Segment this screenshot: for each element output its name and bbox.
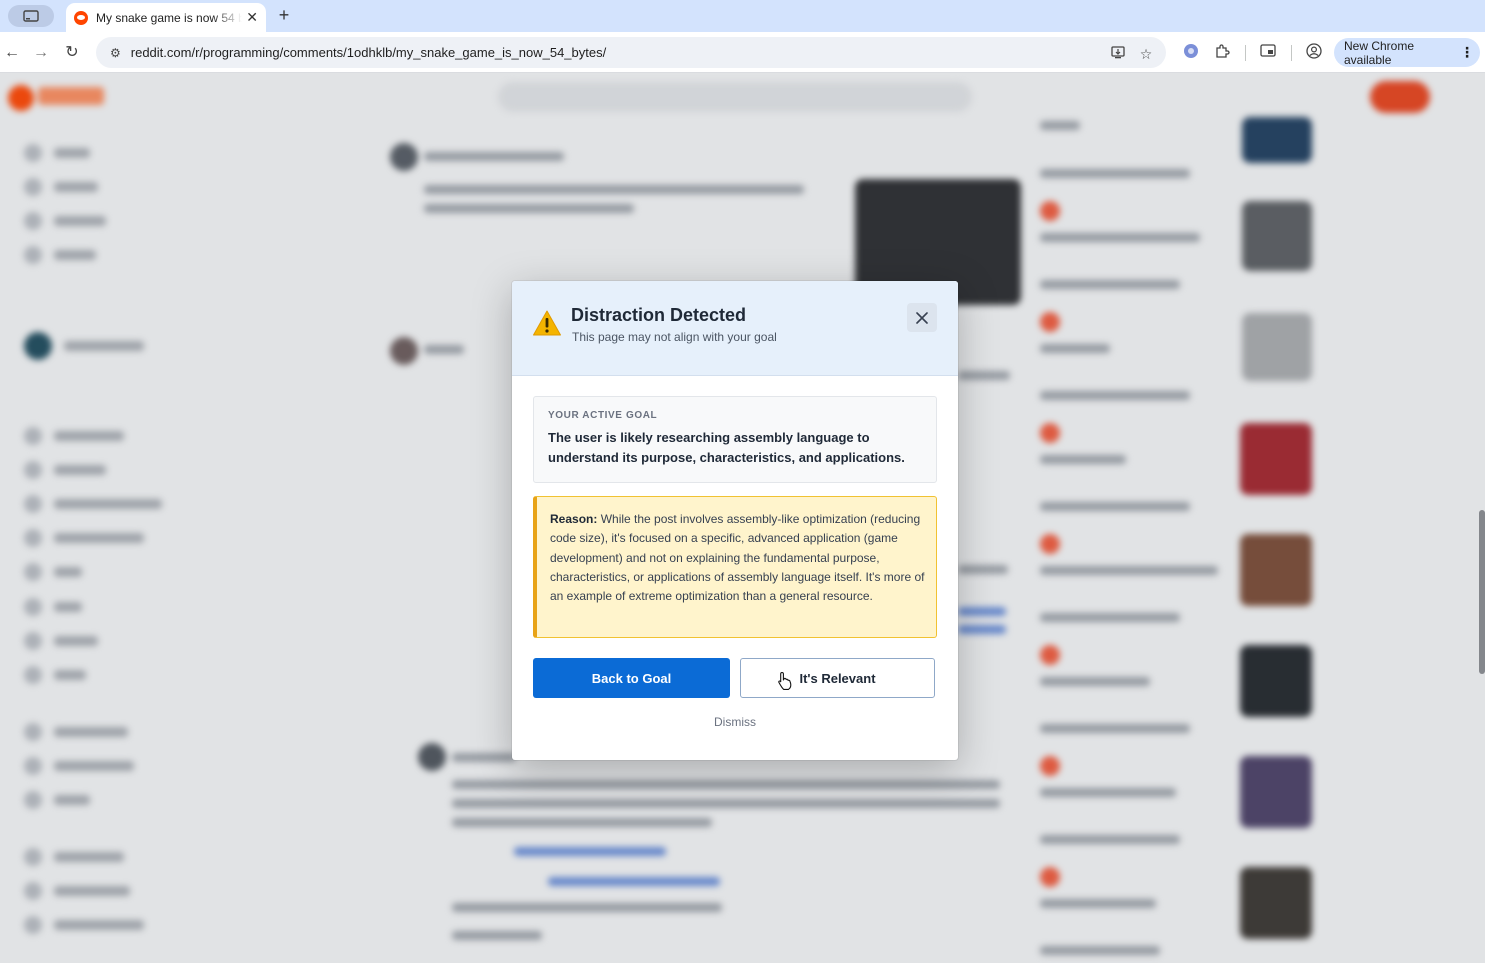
reason-panel: Reason: While the post involves assembly… — [533, 496, 937, 638]
dialog-title: Distraction Detected — [571, 305, 747, 325]
reload-icon[interactable]: ↻ — [61, 42, 83, 64]
close-icon — [916, 311, 928, 324]
tab-title: My snake game is now 54 bytes — [96, 10, 242, 25]
close-icon[interactable]: ✕ — [246, 9, 258, 26]
browser-toolbar: ← → ↻ ⚙ reddit.com/r/programming/comment… — [0, 32, 1485, 73]
new-chrome-available-button[interactable]: New Chrome available ⋮ — [1334, 38, 1480, 67]
install-icon[interactable] — [1109, 46, 1127, 62]
toolbar-divider — [1291, 45, 1292, 61]
tab-switcher-icon[interactable] — [8, 5, 54, 27]
active-goal-panel: YOUR ACTIVE GOAL The user is likely rese… — [533, 396, 937, 483]
tab-strip: My snake game is now 54 bytes ✕ + — [0, 0, 1485, 32]
plus-icon[interactable]: + — [274, 5, 294, 25]
its-relevant-button[interactable]: It's Relevant — [740, 658, 935, 698]
back-to-goal-button[interactable]: Back to Goal — [533, 658, 730, 698]
forward-icon[interactable]: → — [30, 42, 52, 64]
back-icon[interactable]: ← — [1, 42, 23, 64]
more-icon[interactable]: ⋮ — [1460, 44, 1474, 61]
puzzle-icon[interactable] — [1212, 43, 1232, 63]
close-button[interactable] — [907, 303, 937, 332]
dialog-subtitle: This page may not align with your goal — [572, 330, 777, 344]
browser-tab[interactable]: My snake game is now 54 bytes ✕ — [66, 3, 266, 32]
url-text: reddit.com/r/programming/comments/1odhkl… — [130, 45, 607, 60]
hand-cursor-icon — [777, 671, 793, 691]
distraction-dialog: Distraction Detected This page may not a… — [512, 281, 958, 760]
warning-icon — [532, 309, 562, 339]
reason-label: Reason: — [550, 512, 598, 526]
reason-text: While the post involves assembly-like op… — [550, 512, 925, 604]
goal-label: YOUR ACTIVE GOAL — [548, 410, 658, 421]
extension-icon[interactable] — [1181, 43, 1201, 63]
split-view-icon[interactable] — [1258, 43, 1278, 63]
site-settings-icon[interactable]: ⚙ — [110, 46, 121, 60]
address-bar[interactable]: ⚙ reddit.com/r/programming/comments/1odh… — [96, 37, 1166, 68]
toolbar-divider — [1245, 45, 1246, 61]
reddit-favicon — [74, 10, 88, 25]
dialog-header: Distraction Detected This page may not a… — [512, 281, 958, 376]
dismiss-link[interactable]: Dismiss — [512, 715, 958, 729]
update-label: New Chrome available — [1344, 38, 1415, 67]
star-icon[interactable]: ☆ — [1137, 46, 1155, 63]
profile-icon[interactable] — [1304, 43, 1324, 63]
goal-text: The user is likely researching assembly … — [548, 430, 905, 465]
